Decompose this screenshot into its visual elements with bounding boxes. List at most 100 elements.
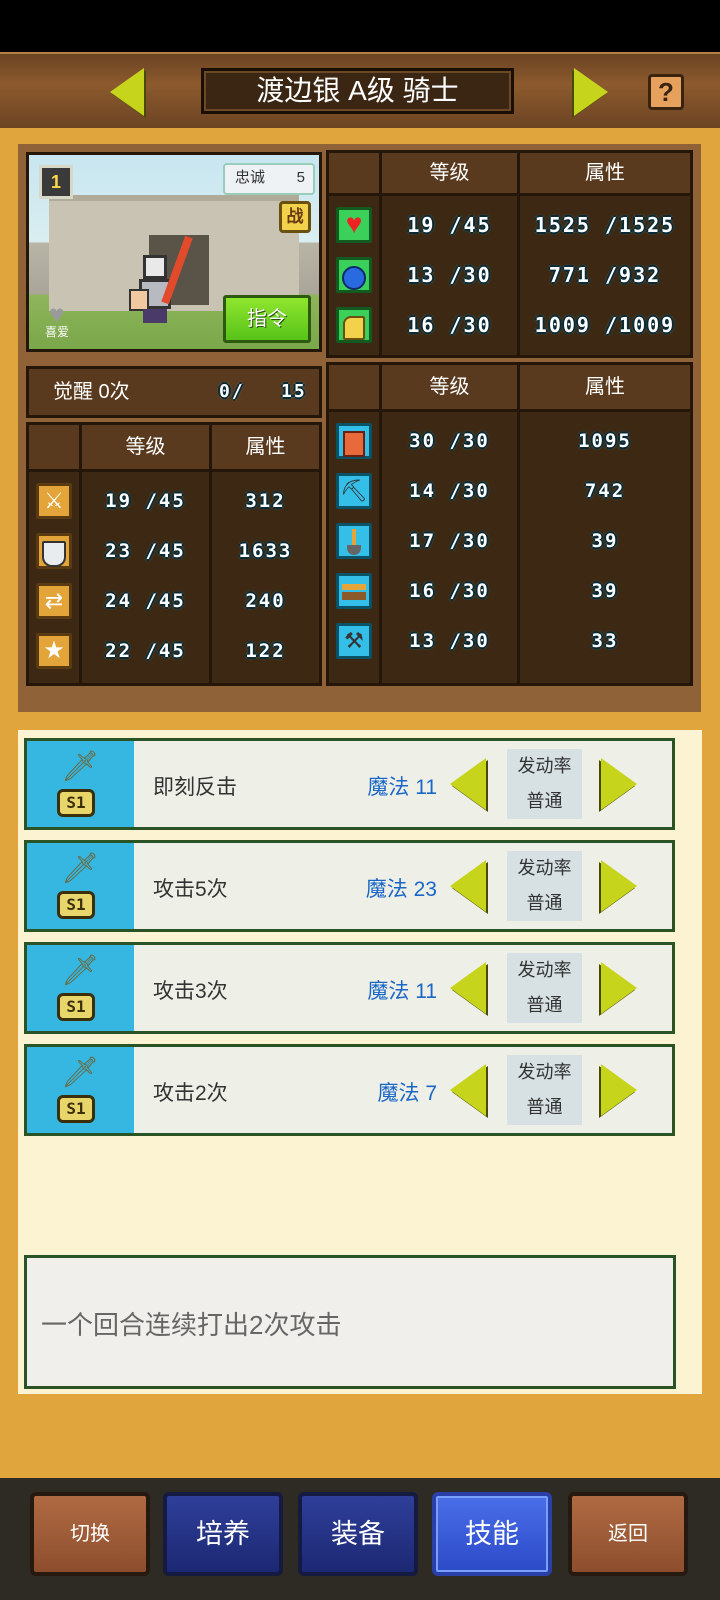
rate-label: 发动率 (517, 1062, 572, 1082)
star-icon: ★ (36, 633, 72, 669)
book-icon (336, 423, 372, 459)
vitals-attr-header: 属性 (520, 153, 690, 193)
awaken-progress: 0/ (219, 381, 245, 402)
awaken-label: 觉醒 0次 (53, 381, 130, 403)
sword-skill-icon: 🗡 (61, 1056, 100, 1089)
battle-label: 战 (286, 207, 304, 226)
sword-icon: ⚔ (36, 483, 72, 519)
combat-attr: 240 (245, 590, 286, 612)
combat-attr: 312 (245, 490, 286, 512)
sword-skill-icon: 🗡 (61, 750, 100, 783)
vitals-attr: 771 /932 (548, 263, 662, 287)
rate-value: 普通 (526, 1097, 563, 1117)
tab-train[interactable]: 培养 (163, 1492, 283, 1576)
rank-badge: 1 (39, 165, 73, 199)
hammer-icon: ⚒ (336, 623, 372, 659)
skill-magic-cost: 魔法 23 (365, 878, 437, 901)
prev-character-arrow[interactable] (110, 68, 144, 116)
combat-level: 23 /45 (105, 540, 186, 562)
knight-sprite (129, 235, 193, 325)
skill-icon-cell: 🗡 S1 (27, 1047, 134, 1133)
skill-row[interactable]: 🗡 S1 即刻反击 魔法 11 发动率普通 (24, 738, 675, 830)
heart-icon: ♥ (336, 207, 372, 243)
vitals-attr: 1009 /1009 (534, 313, 676, 337)
work-attr: 39 (591, 580, 619, 602)
help-icon[interactable]: ? (648, 74, 684, 110)
rate-increase-arrow[interactable] (601, 1064, 637, 1116)
rate-decrease-arrow[interactable] (450, 962, 486, 1014)
skill-icon-cell: 🗡 S1 (27, 741, 134, 827)
next-character-arrow[interactable] (574, 68, 608, 116)
combat-level: 19 /45 (105, 490, 186, 512)
rate-increase-arrow[interactable] (601, 758, 637, 810)
combat-level: 24 /45 (105, 590, 186, 612)
like-heart-icon[interactable]: ♥ 喜爱 (43, 301, 77, 339)
vitals-level-header: 等级 (382, 153, 517, 193)
skill-name: 攻击3次 (153, 980, 228, 1003)
awaken-max: 15 (281, 381, 307, 402)
switch-button[interactable]: 切换 (30, 1492, 150, 1576)
character-portrait: 1 忠诚 5 战 指令 ♥ 喜爱 (26, 152, 322, 352)
work-attr: 1095 (578, 430, 632, 452)
skill-magic-cost: 魔法 7 (377, 1082, 437, 1105)
vitals-attr: 1525 /1525 (534, 213, 676, 237)
combat-attr: 122 (245, 640, 286, 662)
rate-label: 发动率 (517, 960, 572, 980)
sword-skill-icon: 🗡 (61, 954, 100, 987)
combat-level-header: 等级 (82, 425, 209, 469)
rate-decrease-arrow[interactable] (450, 860, 486, 912)
strength-arm-icon (336, 307, 372, 343)
vitals-level: 13 /30 (407, 263, 492, 287)
rate-value: 普通 (526, 791, 563, 811)
rate-decrease-arrow[interactable] (450, 758, 486, 810)
skill-magic-cost: 魔法 11 (367, 980, 437, 1003)
back-button[interactable]: 返回 (568, 1492, 688, 1576)
work-attr-header: 属性 (520, 365, 690, 409)
rate-increase-arrow[interactable] (601, 860, 637, 912)
vitals-level: 19 /45 (407, 213, 492, 237)
skill-icon-cell: 🗡 S1 (27, 945, 134, 1031)
activation-rate-box: 发动率 普通 (507, 1055, 582, 1125)
activation-rate-box: 发动率 普通 (507, 851, 582, 921)
skill-rank-badge: S1 (57, 891, 95, 919)
bed-icon (336, 573, 372, 609)
skill-name: 攻击5次 (153, 878, 228, 901)
combat-stats-table: 等级 属性 ⚔ 19 /45 312 23 /45 1633 ⇄ 24 /45 … (26, 422, 322, 686)
skill-magic-cost: 魔法 11 (367, 776, 437, 799)
vitals-table: 等级 属性 ♥ 19 /45 1525 /1525 13 /30 771 /93… (326, 150, 693, 358)
vitals-level: 16 /30 (407, 313, 492, 337)
rate-decrease-arrow[interactable] (450, 1064, 486, 1116)
work-stats-table: 等级 属性 30 /30 1095 ⛏ 14 /30 742 17 /30 39… (326, 362, 693, 686)
rate-label: 发动率 (517, 756, 572, 776)
loyalty-label: 忠诚 (235, 169, 266, 186)
awaken-row: 觉醒 0次 0/ 15 (26, 366, 322, 418)
work-level: 17 /30 (409, 530, 490, 552)
skill-rank-badge: S1 (57, 993, 95, 1021)
activation-rate-box: 发动率 普通 (507, 749, 582, 819)
command-button[interactable]: 指令 (223, 295, 311, 343)
combat-level: 22 /45 (105, 640, 186, 662)
skill-description: 一个回合连续打出2次攻击 (24, 1255, 676, 1389)
combat-attr-header: 属性 (212, 425, 319, 469)
tab-skill[interactable]: 技能 (432, 1492, 552, 1576)
work-level: 16 /30 (409, 580, 490, 602)
rank-value: 1 (50, 172, 61, 192)
loyalty-box: 忠诚 5 (223, 163, 315, 195)
work-attr: 33 (591, 630, 619, 652)
skill-name: 即刻反击 (153, 776, 237, 799)
sword-skill-icon: 🗡 (61, 852, 100, 885)
speed-arrows-icon: ⇄ (36, 583, 72, 619)
character-title: 渡边银 A级 骑士 (201, 68, 514, 114)
skill-name: 攻击2次 (153, 1082, 228, 1105)
like-label: 喜爱 (45, 325, 70, 339)
battle-icon[interactable]: 战 (279, 201, 311, 233)
skill-row[interactable]: 🗡 S1 攻击2次 魔法 7 发动率普通 (24, 1044, 675, 1136)
skill-row[interactable]: 🗡 S1 攻击3次 魔法 11 发动率 普通 (24, 942, 675, 1034)
work-level: 13 /30 (409, 630, 490, 652)
tab-equip[interactable]: 装备 (298, 1492, 418, 1576)
skill-icon-cell: 🗡 S1 (27, 843, 134, 929)
skill-row[interactable]: 🗡 S1 攻击5次 魔法 23 发动率 普通 (24, 840, 675, 932)
shovel-icon (336, 523, 372, 559)
rate-increase-arrow[interactable] (601, 962, 637, 1014)
mana-potion-icon (336, 257, 372, 293)
